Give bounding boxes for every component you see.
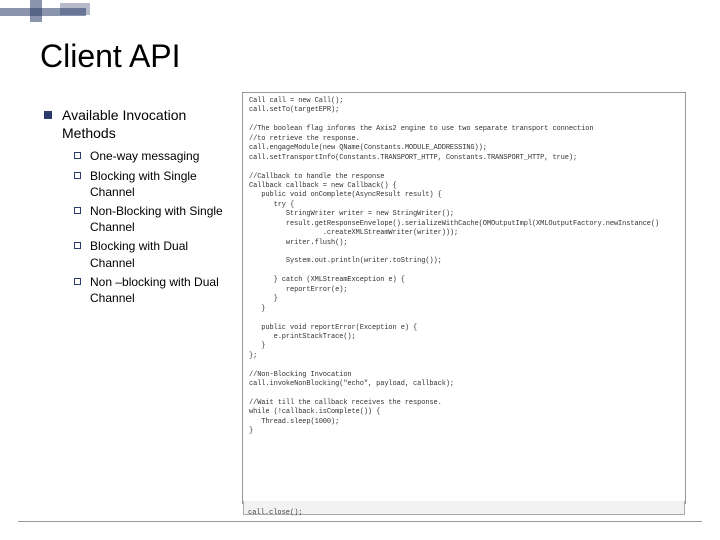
square-bullet-icon <box>44 111 52 119</box>
list-item: Blocking with Single Channel <box>74 168 230 200</box>
heading-row: Available Invocation Methods <box>44 106 230 142</box>
list-item-text: Non –blocking with Dual Channel <box>90 274 230 306</box>
sublist: One-way messaging Blocking with Single C… <box>44 148 230 306</box>
list-item: One-way messaging <box>74 148 230 164</box>
open-square-icon <box>74 152 81 159</box>
code-box: Call call = new Call(); call.setTo(targe… <box>242 92 686 504</box>
code-content: Call call = new Call(); call.setTo(targe… <box>243 93 685 441</box>
open-square-icon <box>74 172 81 179</box>
footer-divider <box>18 521 702 522</box>
code-footer-bar: call.close(); <box>243 501 685 515</box>
heading-text: Available Invocation Methods <box>62 106 230 142</box>
code-footer-text: call.close(); <box>244 509 303 517</box>
slide: Client API Available Invocation Methods … <box>0 0 720 540</box>
list-item-text: One-way messaging <box>90 148 199 164</box>
list-item-text: Blocking with Dual Channel <box>90 238 230 270</box>
corner-decoration <box>0 0 120 26</box>
open-square-icon <box>74 242 81 249</box>
list-item: Non –blocking with Dual Channel <box>74 274 230 306</box>
list-item-text: Blocking with Single Channel <box>90 168 230 200</box>
open-square-icon <box>74 207 81 214</box>
slide-title: Client API <box>40 38 181 75</box>
list-item: Blocking with Dual Channel <box>74 238 230 270</box>
open-square-icon <box>74 278 81 285</box>
list-item: Non-Blocking with Single Channel <box>74 203 230 235</box>
list-item-text: Non-Blocking with Single Channel <box>90 203 230 235</box>
content-block: Available Invocation Methods One-way mes… <box>44 106 230 309</box>
